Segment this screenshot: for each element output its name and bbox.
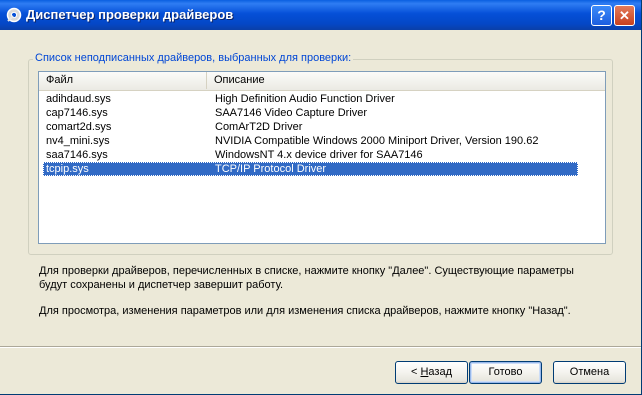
driver-verifier-dialog: Диспетчер проверки драйверов ? ✕ Список … xyxy=(0,0,642,395)
driver-description-cell: SAA7146 Video Capture Driver xyxy=(215,107,368,119)
driver-file-cell: cap7146.sys xyxy=(46,107,108,119)
info-line-1: Для проверки драйверов, перечисленных в … xyxy=(39,265,574,277)
title-bar[interactable]: Диспетчер проверки драйверов ? ✕ xyxy=(0,0,641,30)
group-legend: Список неподписанных драйверов, выбранны… xyxy=(33,52,354,64)
list-header: Файл Описание xyxy=(39,72,605,91)
list-rows: adihdaud.sys High Definition Audio Functi… xyxy=(43,92,578,176)
info-line-2: будут сохранены и диспетчер завершит раб… xyxy=(39,279,284,291)
drivers-list[interactable]: Файл Описание adihdaud.sys High Definitio… xyxy=(38,71,606,244)
info-line-3: Для просмотра, изменения параметров или … xyxy=(39,305,571,317)
info-text-back: Для просмотра, изменения параметров или … xyxy=(39,304,619,318)
back-button-label: азад xyxy=(428,366,452,378)
focus-rectangle xyxy=(43,162,578,176)
table-row[interactable]: nv4_mini.sys NVIDIA Compatible Windows 20… xyxy=(43,134,578,148)
cancel-button[interactable]: Отмена xyxy=(553,361,626,384)
driver-file-cell: nv4_mini.sys xyxy=(46,135,110,147)
column-header-file[interactable]: Файл xyxy=(39,72,207,89)
help-icon: ? xyxy=(597,7,606,23)
driver-description-cell: ComArT2D Driver xyxy=(215,121,303,133)
driver-description-cell: WindowsNT 4.x device driver for SAA7146 xyxy=(215,149,423,161)
button-divider xyxy=(0,346,641,348)
table-row[interactable]: adihdaud.sys High Definition Audio Functi… xyxy=(43,92,578,106)
close-button[interactable]: ✕ xyxy=(614,5,635,26)
table-row[interactable]: comart2d.sys ComArT2D Driver xyxy=(43,120,578,134)
table-row[interactable]: cap7146.sys SAA7146 Video Capture Driver xyxy=(43,106,578,120)
close-icon: ✕ xyxy=(619,8,630,23)
table-row[interactable]: saa7146.sys WindowsNT 4.x device driver f… xyxy=(43,148,578,162)
driver-verifier-app-icon xyxy=(6,7,22,23)
window-title: Диспетчер проверки драйверов xyxy=(26,7,234,22)
info-text-next: Для проверки драйверов, перечисленных в … xyxy=(39,264,619,292)
driver-description-cell: High Definition Audio Function Driver xyxy=(215,93,395,105)
column-header-description[interactable]: Описание xyxy=(207,72,605,89)
back-button[interactable]: < Назад xyxy=(395,361,468,384)
help-button[interactable]: ? xyxy=(591,5,612,26)
driver-description-cell: NVIDIA Compatible Windows 2000 Miniport … xyxy=(215,135,539,147)
table-row[interactable]: tcpip.sys TCP/IP Protocol Driver xyxy=(43,162,578,176)
driver-file-cell: comart2d.sys xyxy=(46,121,112,133)
driver-file-cell: saa7146.sys xyxy=(46,149,108,161)
finish-button[interactable]: Готово xyxy=(469,361,542,384)
driver-file-cell: adihdaud.sys xyxy=(46,93,111,105)
